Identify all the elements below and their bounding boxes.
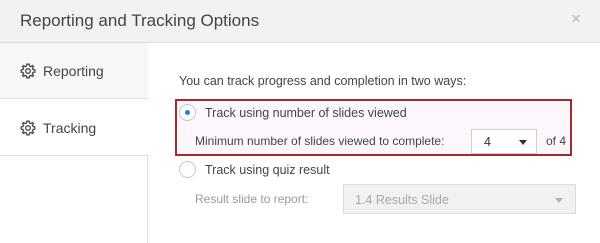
- option-slides-label: Track using number of slides viewed: [205, 106, 407, 120]
- dialog-titlebar: Reporting and Tracking Options ×: [0, 0, 600, 43]
- sidebar-item-label: Tracking: [43, 119, 97, 136]
- sidebar: Reporting Tracking: [0, 43, 149, 243]
- gear-icon: [20, 63, 36, 79]
- result-slide-value: 1.4 Results Slide: [355, 193, 449, 207]
- tracking-panel: You can track progress and completion in…: [149, 43, 600, 243]
- sidebar-item-label: Reporting: [43, 62, 104, 79]
- result-slide-label: Result slide to report:: [195, 192, 309, 206]
- sidebar-item-reporting[interactable]: Reporting: [0, 43, 148, 99]
- result-slide-select[interactable]: 1.4 Results Slide: [343, 184, 576, 214]
- chevron-down-icon: [555, 198, 563, 203]
- radio-track-quiz[interactable]: [179, 161, 196, 178]
- min-slides-select[interactable]: 4: [471, 129, 537, 154]
- slides-total-label: of 4: [546, 134, 567, 148]
- tracking-intro-text: You can track progress and completion in…: [179, 74, 467, 88]
- option-quiz-label: Track using quiz result: [205, 163, 330, 177]
- gear-icon: [20, 120, 36, 136]
- min-slides-label: Minimum number of slides viewed to compl…: [195, 134, 445, 148]
- radio-track-slides[interactable]: [179, 104, 196, 121]
- min-slides-value: 4: [484, 135, 491, 149]
- close-icon[interactable]: ×: [568, 10, 584, 27]
- chevron-down-icon: [519, 140, 527, 145]
- reporting-tracking-dialog: Reporting and Tracking Options × Reporti…: [0, 0, 600, 243]
- sidebar-item-tracking[interactable]: Tracking: [0, 100, 149, 156]
- dialog-title: Reporting and Tracking Options: [20, 11, 260, 30]
